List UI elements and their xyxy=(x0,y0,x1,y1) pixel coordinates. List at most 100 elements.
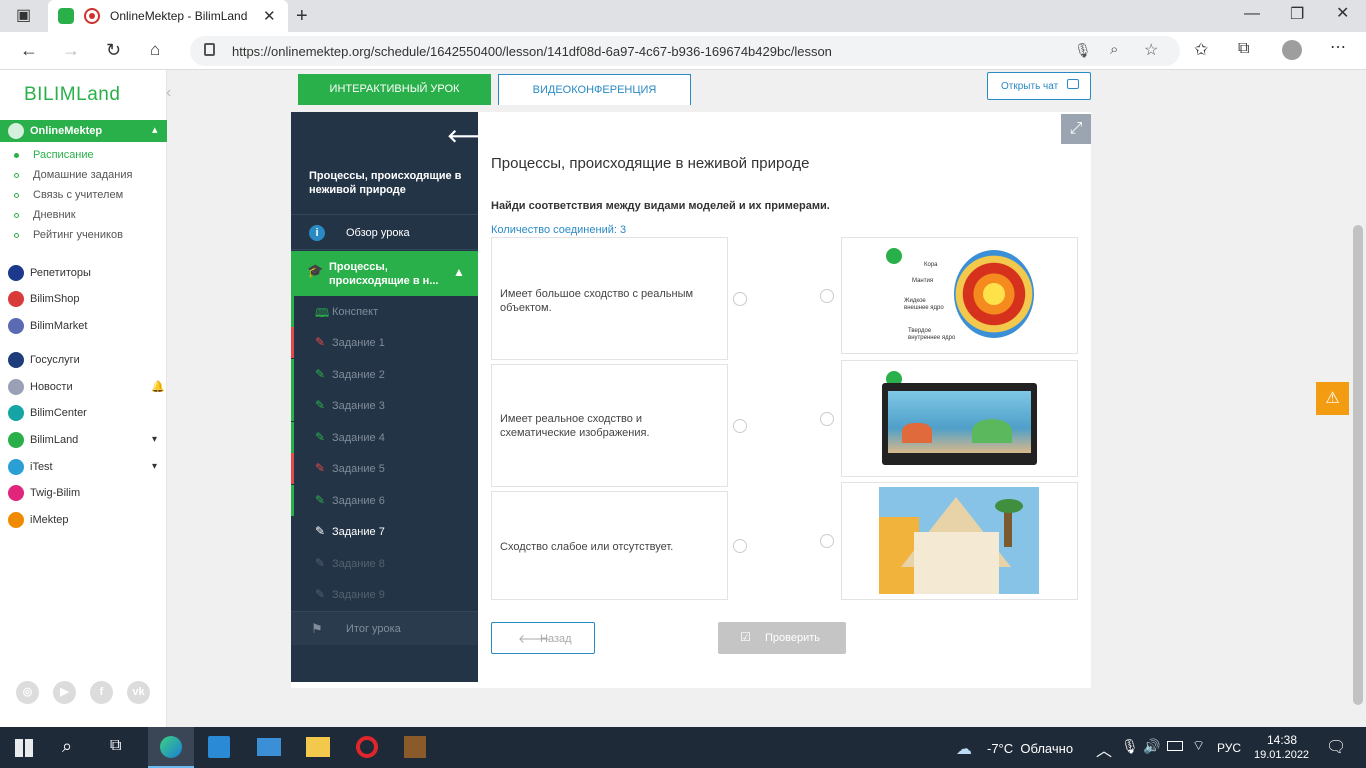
right-connector-2[interactable] xyxy=(820,412,834,426)
zoom-icon[interactable]: ⌕ xyxy=(1110,41,1118,58)
left-connector-2[interactable] xyxy=(733,419,747,433)
lesson-item-summary-notes[interactable]: 🕮 Конспект xyxy=(291,296,478,327)
sidebar-subitem-1[interactable]: Домашние задания xyxy=(14,169,132,181)
sidebar-subitem-4[interactable]: Рейтинг учеников xyxy=(14,229,123,241)
left-connector-1[interactable] xyxy=(733,292,747,306)
volume-icon[interactable]: 🔊 xyxy=(1143,738,1160,755)
lesson-item-task-5[interactable]: ✎ Задание 5 xyxy=(291,453,478,484)
restore-icon[interactable]: ❐ xyxy=(1290,7,1304,23)
browser-tab[interactable]: OnlineMektep - BilimLand ✕ xyxy=(48,0,288,32)
lesson-item-task-2[interactable]: ✎ Задание 2 xyxy=(291,359,478,390)
instagram-icon[interactable]: ◎ xyxy=(16,681,39,704)
collections-icon[interactable]: ⧉ xyxy=(1238,41,1249,57)
windows-start-icon[interactable] xyxy=(15,739,33,757)
back-arrow-icon[interactable]: 🡐 xyxy=(447,126,495,147)
mail-icon[interactable] xyxy=(257,738,281,756)
vk-icon[interactable]: vk xyxy=(127,681,150,704)
refresh-icon[interactable]: ↻ xyxy=(106,41,121,59)
home-icon[interactable]: ⌂ xyxy=(150,41,160,58)
sidebar-item-bilimland[interactable]: BilimLand ▾ xyxy=(8,432,163,450)
search-icon[interactable]: ⌕ xyxy=(62,736,72,757)
fullscreen-button[interactable]: ⤢ xyxy=(1061,114,1091,144)
chevron-down-icon[interactable]: ▾ xyxy=(152,434,157,445)
lesson-item-label: Задание 2 xyxy=(332,369,385,381)
weather-text[interactable]: -7°C Облачно xyxy=(987,741,1073,756)
back-button[interactable]: 🡐 Назад xyxy=(491,622,595,654)
sidebar-item-bilimmarket[interactable]: BilimMarket xyxy=(8,318,163,336)
page-scrollbar[interactable] xyxy=(1350,70,1366,727)
youtube-icon[interactable]: ▶ xyxy=(53,681,76,704)
chevron-up-icon[interactable]: ▲ xyxy=(453,265,465,279)
lesson-overview-item[interactable]: i Обзор урока xyxy=(291,214,478,250)
store-icon[interactable] xyxy=(208,736,230,758)
url-field[interactable]: https://onlinemektep.org/schedule/164255… xyxy=(190,36,1180,66)
more-icon[interactable]: ⋯ xyxy=(1330,40,1346,56)
report-warning-button[interactable]: ⚠ xyxy=(1316,382,1349,415)
mic-tray-icon[interactable]: 🎙 xyxy=(1121,738,1139,755)
task-view-icon[interactable]: ⧉ xyxy=(110,737,121,755)
lesson-item-task-9[interactable]: ✎ Задание 9 xyxy=(291,579,478,610)
match-right-egypt[interactable] xyxy=(841,482,1078,600)
close-window-icon[interactable]: ✕ xyxy=(1336,6,1349,22)
sidebar-section-onlinemektep[interactable]: OnlineMektep ▴ xyxy=(0,120,167,142)
mic-icon[interactable]: 🎙 xyxy=(1074,42,1092,59)
chevron-up-icon[interactable]: ︿ xyxy=(1096,737,1112,761)
sidebar-item-imektep[interactable]: iMektep xyxy=(8,512,163,530)
language-indicator[interactable]: РУС xyxy=(1217,741,1241,755)
sidebar-subitem-2[interactable]: Связь с учителем xyxy=(14,189,123,201)
sidebar-item-bilimcenter[interactable]: BilimCenter xyxy=(8,405,163,423)
tab-interactive-lesson[interactable]: ИНТЕРАКТИВНЫЙ УРОК xyxy=(298,74,491,105)
sidebar-subitem-0[interactable]: Расписание xyxy=(14,149,94,161)
profile-icon[interactable] xyxy=(1282,40,1302,60)
sidebar-item-label: Новости xyxy=(30,381,73,393)
lesson-item-task-8[interactable]: ✎ Задание 8 xyxy=(291,548,478,579)
clock-date[interactable]: 19.01.2022 xyxy=(1254,749,1309,761)
lesson-item-task-6[interactable]: ✎ Задание 6 xyxy=(291,485,478,516)
lesson-item-task-1[interactable]: ✎ Задание 1 xyxy=(291,327,478,358)
match-left-3[interactable]: Сходство слабое или отсутствует. xyxy=(491,491,728,600)
notifications-icon[interactable]: 🗨 xyxy=(1326,737,1346,757)
match-right-earth[interactable]: Кора Мантия Жидкое внешнее ядро Твердое … xyxy=(841,237,1078,354)
opera-icon[interactable] xyxy=(356,736,378,758)
right-connector-1[interactable] xyxy=(820,289,834,303)
minecraft-icon[interactable] xyxy=(404,736,426,758)
tab-actions-icon[interactable]: ▣ xyxy=(16,8,31,24)
clock-time[interactable]: 14:38 xyxy=(1267,733,1297,747)
sidebar-item-госуслуги[interactable]: Госуслуги xyxy=(8,352,163,370)
open-chat-button[interactable]: Открыть чат xyxy=(987,72,1091,100)
right-connector-3[interactable] xyxy=(820,534,834,548)
chevron-up-icon[interactable]: ▴ xyxy=(152,123,158,136)
sidebar-item-itest[interactable]: iTest ▾ xyxy=(8,459,163,477)
sidebar-subitem-3[interactable]: Дневник xyxy=(14,209,76,221)
sidebar-item-репетиторы[interactable]: Репетиторы xyxy=(8,265,163,283)
sidebar-item-bilimshop[interactable]: BilimShop xyxy=(8,291,163,309)
lesson-item-task-3[interactable]: ✎ Задание 3 xyxy=(291,390,478,421)
favorite-add-icon[interactable]: ☆ xyxy=(1144,40,1158,60)
lesson-item-task-4[interactable]: ✎ Задание 4 xyxy=(291,422,478,453)
favorites-icon[interactable]: ✩ xyxy=(1194,41,1208,58)
tab-videoconference[interactable]: ВИДЕОКОНФЕРЕНЦИЯ xyxy=(498,74,691,105)
facebook-icon[interactable]: f xyxy=(90,681,113,704)
lesson-summary-item[interactable]: ⚑ Итог урока xyxy=(291,611,478,645)
edge-taskbar-icon[interactable] xyxy=(148,727,194,768)
chevron-down-icon[interactable]: ▾ xyxy=(152,461,157,472)
left-connector-3[interactable] xyxy=(733,539,747,553)
match-right-aquarium[interactable] xyxy=(841,360,1078,477)
sidebar-item-новости[interactable]: Новости 🔔 xyxy=(8,379,165,397)
forward-icon[interactable]: → xyxy=(62,41,80,59)
close-tab-icon[interactable]: ✕ xyxy=(263,7,276,25)
battery-icon[interactable] xyxy=(1167,741,1183,751)
current-section-item[interactable]: 🎓 Процессы, происходящие в н... ▲ xyxy=(291,251,478,296)
check-button[interactable]: ☑ Проверить xyxy=(718,622,846,654)
network-icon[interactable]: ⌔ xyxy=(1192,737,1205,755)
minimize-icon[interactable]: — xyxy=(1244,6,1260,22)
collapse-sidebar-icon[interactable]: ‹ xyxy=(166,84,171,102)
new-tab-icon[interactable]: + xyxy=(296,6,308,26)
match-left-2[interactable]: Имеет реальное сходство и схематические … xyxy=(491,364,728,487)
back-icon[interactable]: ← xyxy=(20,41,38,59)
bilimland-logo[interactable]: BILIMLand xyxy=(24,84,120,106)
lesson-item-task-7[interactable]: ✎ Задание 7 xyxy=(291,516,478,547)
file-explorer-icon[interactable] xyxy=(306,737,330,757)
sidebar-item-twig-bilim[interactable]: Twig-Bilim xyxy=(8,485,163,503)
match-left-1[interactable]: Имеет большое сходство с реальным объект… xyxy=(491,237,728,360)
